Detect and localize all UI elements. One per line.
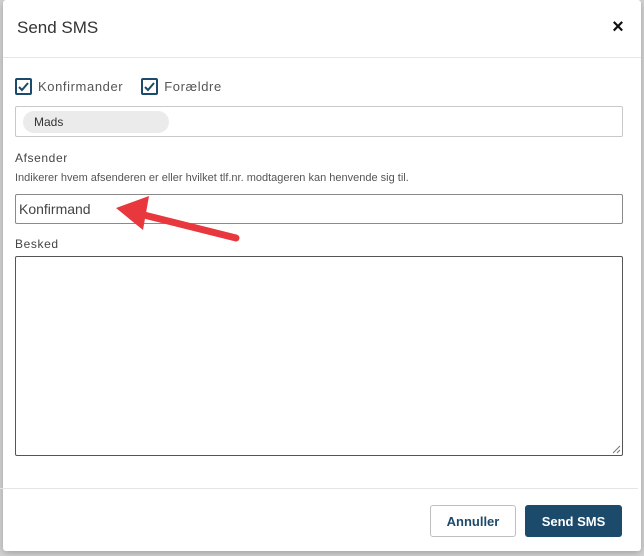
message-label: Besked (15, 237, 59, 251)
message-textarea[interactable] (15, 256, 623, 456)
recipient-type-checkboxes: Konfirmander Forældre (15, 76, 240, 96)
resize-grip-icon[interactable] (611, 444, 621, 454)
checkmark-icon (144, 81, 156, 91)
dialog-title: Send SMS (17, 18, 99, 37)
checkmark-icon (18, 81, 29, 91)
close-icon[interactable]: × (609, 16, 627, 38)
checkbox-foraeldre[interactable]: Forældre (141, 77, 222, 95)
sender-label: Afsender (15, 151, 68, 165)
sender-hint: Indikerer hvem afsenderen er eller hvilk… (15, 172, 409, 184)
checkbox-box[interactable] (141, 77, 159, 95)
sender-input[interactable] (15, 194, 623, 224)
dialog-header: Send SMS × (3, 0, 641, 58)
recipient-chip[interactable]: Mads (23, 111, 169, 133)
send-sms-button[interactable]: Send SMS (525, 505, 622, 537)
checkbox-konfirmander[interactable]: Konfirmander (15, 77, 124, 95)
cancel-button[interactable]: Annuller (430, 505, 516, 537)
checkbox-box[interactable] (15, 77, 32, 95)
checkbox-label: Konfirmander (38, 78, 124, 94)
recipients-field[interactable]: Mads (15, 106, 623, 137)
checkbox-label: Forældre (164, 78, 222, 94)
